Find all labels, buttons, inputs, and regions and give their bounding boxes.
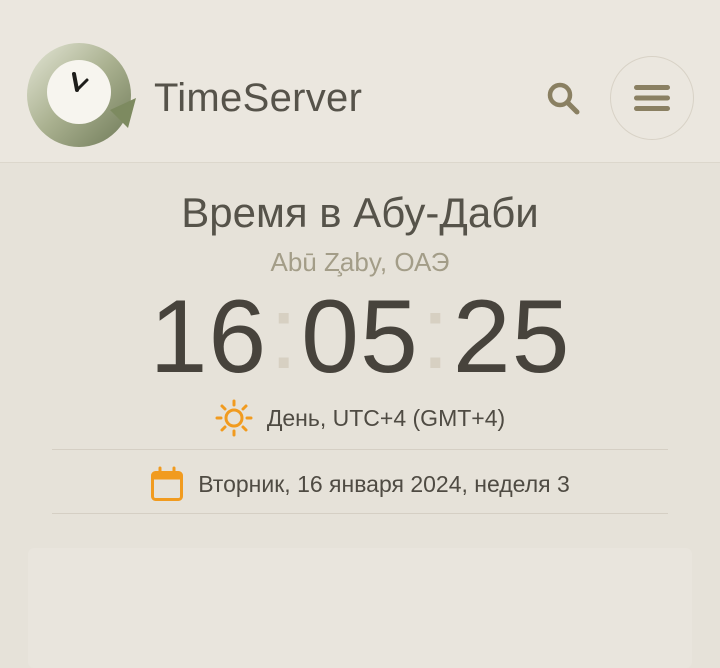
search-icon (547, 82, 580, 115)
site-name[interactable]: TimeServer (154, 74, 362, 122)
daylight-info: День, UTC+4 (GMT+4) (0, 398, 720, 438)
time-hours: 16 (149, 279, 268, 395)
calendar-icon (151, 466, 184, 501)
search-button[interactable] (541, 76, 585, 120)
hamburger-menu-icon (634, 85, 670, 111)
location-native-name: Abū Z̧aby, ОАЭ (270, 247, 450, 277)
content-panel (28, 548, 692, 668)
time-separator: : (269, 275, 300, 391)
date-text: Вторник, 16 января 2024, неделя 3 (198, 471, 570, 497)
timeserver-logo[interactable] (24, 40, 138, 154)
clock-refresh-logo-icon (27, 43, 136, 147)
current-time: 16:05:25 (0, 278, 720, 395)
page-title: Время в Абу-Даби (181, 189, 539, 236)
menu-button[interactable] (610, 56, 694, 140)
divider (52, 449, 668, 450)
daylight-text: День, UTC+4 (GMT+4) (266, 405, 506, 431)
divider (52, 513, 668, 514)
time-separator: : (420, 275, 451, 391)
date-info: Вторник, 16 января 2024, неделя 3 (0, 464, 720, 504)
sun-icon (215, 399, 253, 437)
site-header: TimeServer (0, 0, 720, 163)
time-minutes: 05 (301, 279, 419, 395)
time-seconds: 25 (452, 279, 571, 395)
